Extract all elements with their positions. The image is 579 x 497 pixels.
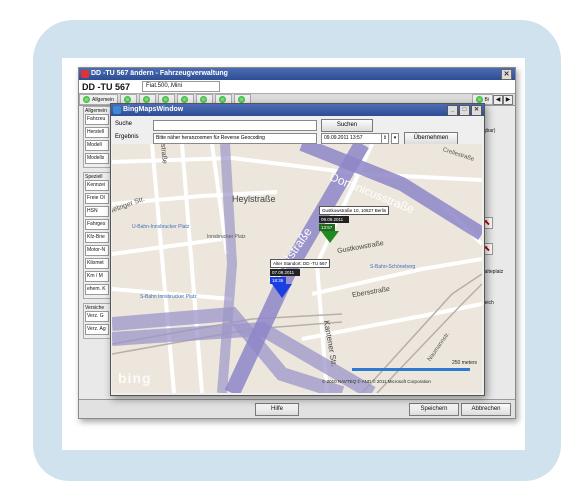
status-dot-icon (161, 96, 169, 103)
window-controls: _ □ ✕ (446, 105, 482, 116)
pin-time: 13:57 (319, 224, 335, 231)
map-canvas[interactable]: Hauptstraße Dominicusstraße Heylstraße G… (112, 144, 482, 393)
field-label: Freie Ol (85, 193, 109, 204)
pin-label: Alter Standort: DD -TU 567 (270, 259, 331, 268)
station-label: S-Bahn-Schöneberg (370, 264, 416, 270)
status-dot-icon (237, 96, 245, 103)
cancel-button[interactable]: Abbrechen (461, 403, 511, 416)
field-label: Motor-N (85, 245, 109, 256)
status-dot-icon (199, 96, 207, 103)
group-versicherung: Versiche Verz. G Verz. Ag (83, 303, 111, 339)
minimize-icon[interactable]: _ (447, 105, 458, 116)
right-column: ugbar) ⬉ ⬉ Halteplatz weich (481, 106, 511, 311)
field-labels-column: Allgemein Fahrzeu Herstell Modell Modell… (83, 106, 111, 343)
field-label: ehem. K (85, 284, 109, 295)
status-dot-icon (83, 96, 90, 103)
search-label: Suche (115, 121, 133, 127)
bing-maps-window: BingMapsWindow _ □ ✕ Suche Suchen Ergebn… (110, 103, 485, 396)
map-pin-current[interactable]: Gustkowstraße 10, 10827 Berlin 09.09.201… (319, 206, 390, 243)
pin-time: 18:36 (270, 277, 286, 284)
field-label: Modell (85, 140, 109, 151)
search-input[interactable] (153, 120, 317, 131)
save-button[interactable]: Speichern (409, 403, 459, 416)
street-label: Heylstraße (232, 194, 276, 204)
station-label: U-Bahn-Innsbrucker Platz (132, 224, 190, 230)
station-label: S-Bahn Innsbrucker Platz (140, 294, 197, 300)
search-button[interactable]: Suchen (321, 119, 373, 132)
vehicle-window-titlebar: DD -TU 567 ändern - Fahrzeugverwaltung ✕ (79, 68, 515, 80)
right-text: Halteplatz (481, 269, 504, 275)
result-label: Ergebnis (115, 134, 139, 140)
spinner-icon[interactable]: ⇕ (381, 133, 389, 144)
vehicle-window-title: DD -TU 567 ändern - Fahrzeugverwaltung (91, 70, 228, 77)
field-label: Kilomet (85, 258, 109, 269)
bing-window-titlebar: BingMapsWindow _ □ ✕ (111, 104, 484, 116)
field-label: Herstell (85, 127, 109, 138)
maximize-icon[interactable]: □ (459, 105, 470, 116)
status-dot-icon (123, 96, 131, 103)
map-marker-icon (321, 231, 339, 243)
result-field[interactable]: Bitte näher heranzoomen für Reverse Geoc… (153, 133, 317, 144)
vehicle-model-field[interactable]: Fiat.500,.Mini (142, 81, 220, 92)
chevron-down-icon[interactable]: ▾ (391, 133, 399, 144)
field-label: Fahrzeu (85, 114, 109, 125)
bing-logo: bing (118, 370, 152, 386)
help-button[interactable]: Hilfe (255, 403, 299, 416)
bing-window-icon (113, 106, 121, 114)
field-label: HSN (85, 206, 109, 217)
field-label: Verz. G (85, 311, 109, 322)
group-title: Allgemein (85, 108, 107, 114)
field-label: Kennzei (85, 180, 109, 191)
vehicle-plate: DD -TU 567 (82, 81, 131, 92)
right-text: ugbar) (481, 128, 496, 134)
close-icon[interactable]: ✕ (501, 69, 512, 80)
datetime-field[interactable]: 09.09.2011 13:57 (321, 133, 383, 144)
status-dot-icon (180, 96, 188, 103)
chevron-right-icon[interactable]: ▶ (503, 95, 513, 105)
app-icon (81, 70, 89, 78)
field-label: Km / M (85, 271, 109, 282)
group-allgemein: Allgemein Fahrzeu Herstell Modell Modell… (83, 106, 111, 168)
street-label: Innsbrucker Platz (207, 234, 246, 240)
bottom-bar: Hilfe Speichern Abbrechen (79, 399, 515, 418)
right-text: weich (481, 300, 494, 306)
pin-date: 09.09.2011 (319, 216, 349, 223)
close-icon[interactable]: ✕ (471, 105, 482, 116)
chevron-left-icon[interactable]: ◀ (493, 95, 503, 105)
bing-window-title: BingMapsWindow (123, 106, 184, 113)
tab-scroll: ◀ ▶ (493, 95, 513, 105)
group-speziell: Speziell Kennzei Freie Ol HSN Fahrges Kf… (83, 172, 111, 299)
status-dot-icon (142, 96, 150, 103)
copyright-text: © 2010 NAVTEQ © AND © 2011 Microsoft Cor… (322, 379, 431, 384)
field-label: Modells (85, 153, 109, 164)
status-dot-icon (218, 96, 226, 103)
map-marker-icon (272, 284, 292, 298)
vehicle-header: DD -TU 567 Fiat.500,.Mini (79, 80, 515, 94)
scale-label: 250 meters (452, 360, 478, 366)
field-label: Fahrges (85, 219, 109, 230)
field-label: Verz. Ag (85, 324, 109, 335)
status-dot-icon (475, 96, 483, 103)
map-pin-previous[interactable]: Alter Standort: DD -TU 567 07.09.2011 18… (270, 259, 331, 298)
pin-date: 07.09.2011 (270, 269, 300, 276)
field-label: Kfz-Brie (85, 232, 109, 243)
pin-label: Gustkowstraße 10, 10827 Berlin (319, 206, 390, 215)
